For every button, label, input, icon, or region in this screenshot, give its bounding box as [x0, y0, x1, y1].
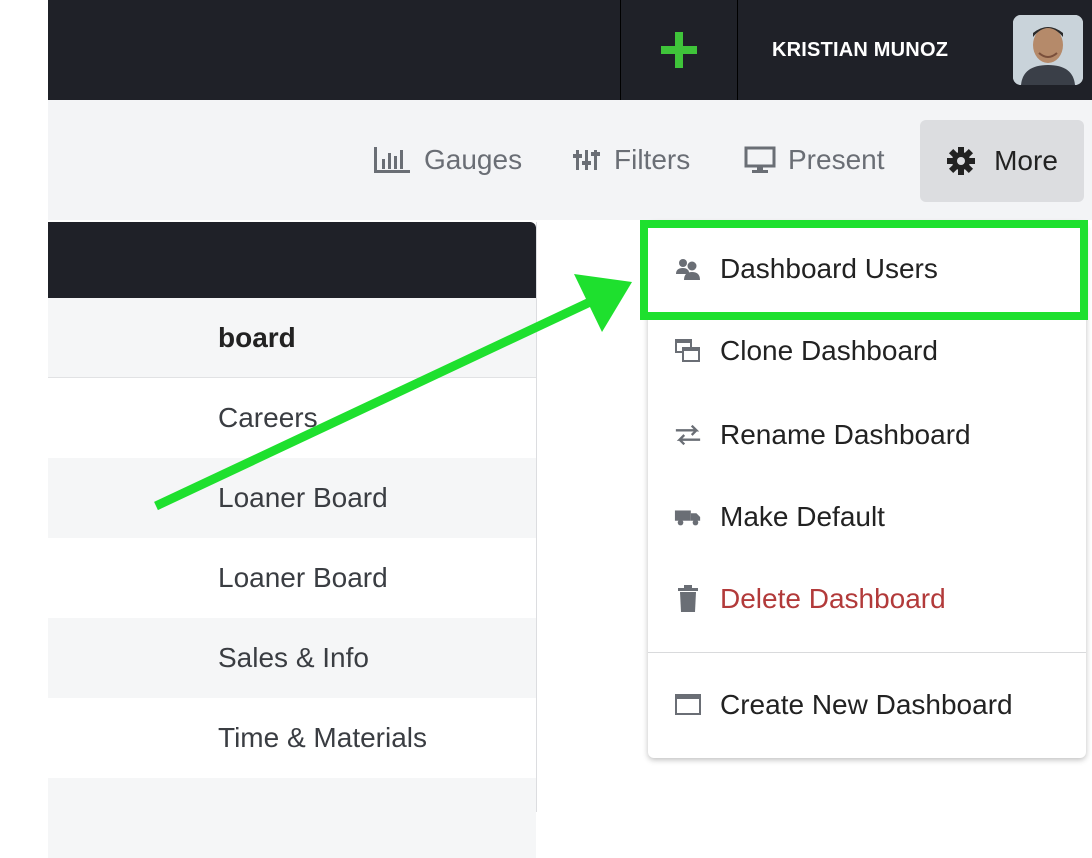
menu-item-label: Rename Dashboard [720, 419, 971, 450]
menu-item-label: Clone Dashboard [720, 335, 938, 366]
menu-item-clone-dashboard[interactable]: Clone Dashboard [648, 310, 1086, 392]
table-row[interactable]: Loaner Board [48, 458, 536, 538]
truck-icon [674, 503, 702, 531]
menu-item-create-new-dashboard[interactable]: Create New Dashboard [648, 664, 1086, 746]
users-icon [674, 255, 702, 283]
table-row[interactable]: Time & Materials [48, 698, 536, 778]
table-row[interactable] [48, 778, 536, 858]
clone-icon [674, 337, 702, 365]
gauges-button[interactable]: Gauges [372, 140, 522, 180]
bar-chart-icon [374, 147, 410, 173]
exchange-icon [674, 421, 702, 449]
menu-item-delete-dashboard[interactable]: Delete Dashboard [648, 558, 1086, 640]
top-bar: KRISTIAN MUNOZ [48, 0, 1092, 100]
monitor-icon [744, 146, 776, 173]
menu-item-label: Delete Dashboard [720, 583, 946, 614]
trash-icon [674, 585, 702, 613]
sliders-icon [573, 150, 600, 170]
row-label: Time & Materials [218, 722, 428, 753]
avatar[interactable] [1013, 15, 1083, 85]
more-button[interactable]: More [920, 120, 1084, 202]
table-header-bar [48, 222, 536, 298]
table-row[interactable]: Loaner Board [48, 538, 536, 618]
dashboards-table: board Careers Loaner Board Loaner Board … [48, 222, 537, 858]
menu-item-dashboard-users[interactable]: Dashboard Users [648, 228, 1086, 310]
column-header-label: board [218, 321, 296, 353]
row-label: Careers [218, 402, 318, 433]
menu-item-label: Make Default [720, 501, 885, 532]
present-label: Present [788, 144, 885, 175]
user-avatar-icon [1013, 15, 1083, 85]
menu-item-label: Create New Dashboard [720, 689, 1013, 720]
more-dropdown-menu: Dashboard Users Clone Dashboard Rename D… [648, 222, 1086, 758]
table-row[interactable]: Careers [48, 378, 536, 458]
row-label: Loaner Board [218, 482, 388, 513]
row-label: Sales & Info [218, 642, 369, 673]
add-button[interactable] [620, 0, 738, 100]
more-label: More [994, 145, 1058, 176]
gauges-label: Gauges [424, 144, 523, 175]
menu-divider [648, 652, 1086, 653]
plus-icon [661, 32, 697, 68]
filters-button[interactable]: Filters [572, 140, 690, 180]
menu-item-rename-dashboard[interactable]: Rename Dashboard [648, 394, 1086, 476]
menu-item-label: Dashboard Users [720, 253, 938, 284]
window-icon [674, 691, 702, 719]
gear-icon [947, 147, 976, 175]
user-name[interactable]: KRISTIAN MUNOZ [772, 0, 948, 100]
present-button[interactable]: Present [744, 140, 885, 180]
menu-item-make-default[interactable]: Make Default [648, 476, 1086, 558]
filters-label: Filters [614, 144, 691, 175]
row-label: Loaner Board [218, 562, 388, 593]
table-row[interactable]: Sales & Info [48, 618, 536, 698]
dashboard-toolbar: Gauges Filters Present More [48, 100, 1092, 220]
table-column-header[interactable]: board [48, 298, 536, 378]
